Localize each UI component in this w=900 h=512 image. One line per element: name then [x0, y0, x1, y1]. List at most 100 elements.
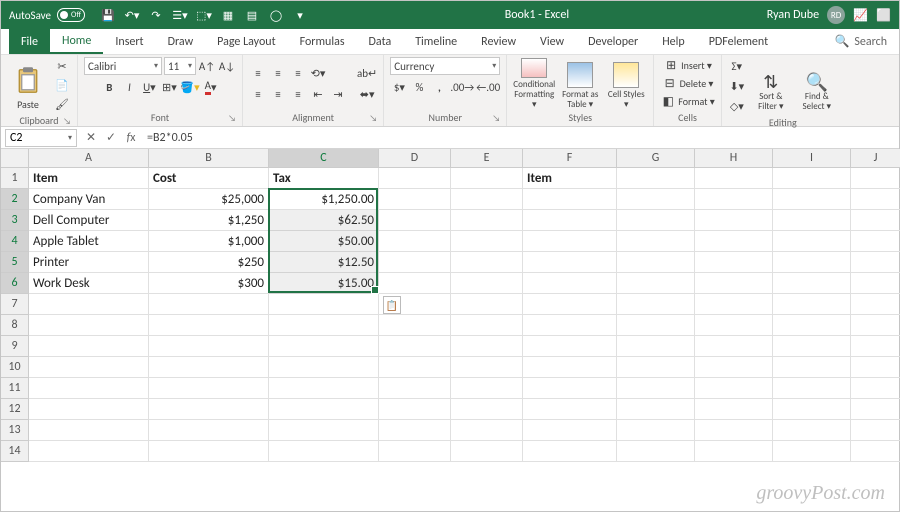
cell-C14[interactable] — [269, 441, 379, 462]
window-control-icon[interactable]: ⬜ — [876, 8, 891, 23]
insert-cells-button[interactable]: ⊞Insert ▾ — [663, 57, 712, 73]
cell-G12[interactable] — [617, 399, 695, 420]
col-header-E[interactable]: E — [451, 149, 523, 168]
search-box[interactable]: 🔍 Search — [834, 34, 887, 50]
cell-H14[interactable] — [695, 441, 773, 462]
cell-C9[interactable] — [269, 336, 379, 357]
cell-D2[interactable] — [379, 189, 451, 210]
row-header-10[interactable]: 10 — [1, 357, 29, 378]
cell-E2[interactable] — [451, 189, 523, 210]
cell-A9[interactable] — [29, 336, 149, 357]
tab-review[interactable]: Review — [469, 29, 528, 54]
cell-B3[interactable]: $1,250 — [149, 210, 269, 231]
format-as-table-button[interactable]: Format as Table ▾ — [559, 58, 601, 110]
cell-H12[interactable] — [695, 399, 773, 420]
underline-button[interactable]: U▾ — [140, 78, 158, 96]
clear-icon[interactable]: ◇▾ — [728, 97, 746, 115]
col-header-B[interactable]: B — [149, 149, 269, 168]
col-header-F[interactable]: F — [523, 149, 617, 168]
cell-H8[interactable] — [695, 315, 773, 336]
format-painter-icon[interactable]: 🖌 — [53, 95, 71, 113]
tab-page-layout[interactable]: Page Layout — [205, 29, 287, 54]
cell-C8[interactable] — [269, 315, 379, 336]
sort-filter-button[interactable]: ⇅Sort & Filter ▾ — [750, 60, 792, 112]
cell-F13[interactable] — [523, 420, 617, 441]
cell-C3[interactable]: $62.50 — [269, 210, 379, 231]
cell-A12[interactable] — [29, 399, 149, 420]
align-top-icon[interactable]: ≡ — [249, 64, 267, 82]
row-header-6[interactable]: 6 — [1, 273, 29, 294]
increase-font-icon[interactable]: A↑ — [198, 57, 216, 75]
cell-G5[interactable] — [617, 252, 695, 273]
cell-E4[interactable] — [451, 231, 523, 252]
cell-B10[interactable] — [149, 357, 269, 378]
cell-I6[interactable] — [773, 273, 851, 294]
cell-E3[interactable] — [451, 210, 523, 231]
cell-A1[interactable]: Item — [29, 168, 149, 189]
cell-B7[interactable] — [149, 294, 269, 315]
cell-F2[interactable] — [523, 189, 617, 210]
cell-I2[interactable] — [773, 189, 851, 210]
col-header-C[interactable]: C — [269, 149, 379, 168]
cell-J1[interactable] — [851, 168, 900, 189]
cell-I12[interactable] — [773, 399, 851, 420]
merge-center-icon[interactable]: ⬌▾ — [357, 85, 377, 103]
cell-styles-button[interactable]: Cell Styles ▾ — [605, 58, 647, 110]
row-header-14[interactable]: 14 — [1, 441, 29, 462]
cell-C10[interactable] — [269, 357, 379, 378]
cell-H13[interactable] — [695, 420, 773, 441]
qat-icon-4[interactable]: ▤ — [241, 4, 263, 26]
cell-F12[interactable] — [523, 399, 617, 420]
user-avatar[interactable]: RD — [827, 6, 845, 24]
cell-E9[interactable] — [451, 336, 523, 357]
cell-E14[interactable] — [451, 441, 523, 462]
col-header-D[interactable]: D — [379, 149, 451, 168]
cell-A6[interactable]: Work Desk — [29, 273, 149, 294]
cell-D9[interactable] — [379, 336, 451, 357]
cell-G14[interactable] — [617, 441, 695, 462]
cell-H6[interactable] — [695, 273, 773, 294]
formula-input[interactable]: =B2*0.05 — [141, 131, 899, 145]
tab-timeline[interactable]: Timeline — [403, 29, 469, 54]
font-size-select[interactable]: 11▾ — [164, 57, 196, 75]
cell-A10[interactable] — [29, 357, 149, 378]
wrap-text-icon[interactable]: ab↵ — [357, 64, 377, 82]
delete-cells-button[interactable]: ⊟Delete ▾ — [662, 75, 714, 91]
cell-E5[interactable] — [451, 252, 523, 273]
toggle-off-icon[interactable] — [57, 8, 85, 22]
qat-icon-1[interactable]: ☰▾ — [169, 4, 191, 26]
cell-J5[interactable] — [851, 252, 900, 273]
cell-I1[interactable] — [773, 168, 851, 189]
cell-B12[interactable] — [149, 399, 269, 420]
cell-I8[interactable] — [773, 315, 851, 336]
bold-button[interactable]: B — [100, 78, 118, 96]
col-header-I[interactable]: I — [773, 149, 851, 168]
fx-icon[interactable]: fx — [121, 131, 141, 145]
cell-J6[interactable] — [851, 273, 900, 294]
col-header-J[interactable]: J — [851, 149, 900, 168]
cell-F3[interactable] — [523, 210, 617, 231]
cell-H7[interactable] — [695, 294, 773, 315]
cell-A4[interactable]: Apple Tablet — [29, 231, 149, 252]
cell-B1[interactable]: Cost — [149, 168, 269, 189]
cell-J2[interactable] — [851, 189, 900, 210]
cell-C1[interactable]: Tax — [269, 168, 379, 189]
cell-E11[interactable] — [451, 378, 523, 399]
dialog-launcher-icon[interactable]: ↘ — [63, 116, 71, 127]
cell-C11[interactable] — [269, 378, 379, 399]
cell-J7[interactable] — [851, 294, 900, 315]
cell-I4[interactable] — [773, 231, 851, 252]
cell-F1[interactable]: Item — [523, 168, 617, 189]
tab-help[interactable]: Help — [650, 29, 697, 54]
dialog-launcher-icon[interactable]: ↘ — [228, 113, 236, 124]
align-left-icon[interactable]: ≡ — [249, 85, 267, 103]
cell-H2[interactable] — [695, 189, 773, 210]
format-cells-button[interactable]: ◧Format ▾ — [660, 93, 715, 109]
cell-E13[interactable] — [451, 420, 523, 441]
tab-formulas[interactable]: Formulas — [288, 29, 357, 54]
ribbon-options-icon[interactable]: 📈 — [853, 8, 868, 23]
tab-file[interactable]: File — [9, 29, 50, 54]
cell-B6[interactable]: $300 — [149, 273, 269, 294]
autosave-toggle[interactable]: AutoSave — [1, 8, 93, 22]
cell-I10[interactable] — [773, 357, 851, 378]
